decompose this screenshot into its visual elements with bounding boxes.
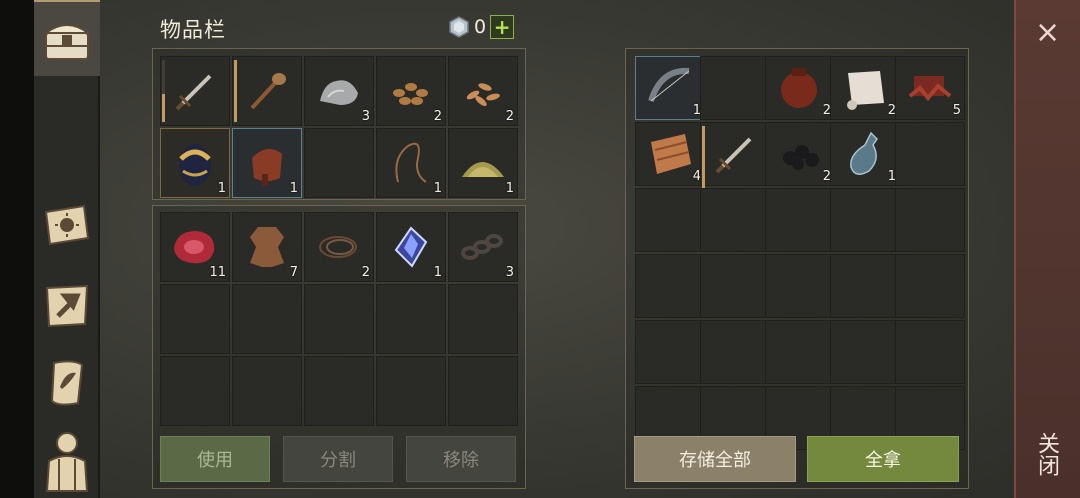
- chest-icon: [43, 24, 91, 60]
- item-quantity: 3: [361, 109, 370, 124]
- pocket-slot[interactable]: 11: [160, 212, 230, 282]
- close-panel[interactable]: × 关闭: [1014, 0, 1080, 498]
- container-slot[interactable]: [700, 56, 770, 120]
- pocket-slot[interactable]: [160, 284, 230, 354]
- container-slot[interactable]: [830, 188, 900, 252]
- container-slot[interactable]: [895, 320, 965, 384]
- pocket-slot[interactable]: [448, 356, 518, 426]
- container-slot[interactable]: 2: [765, 56, 835, 120]
- bag-slot[interactable]: 1: [376, 128, 446, 198]
- close-icon[interactable]: ×: [1035, 18, 1060, 48]
- sidebar-tab-crafting[interactable]: [34, 275, 100, 335]
- sidebar-tab-map[interactable]: [34, 350, 100, 416]
- page-title: 物品栏: [160, 18, 226, 42]
- pocket-slot[interactable]: 3: [448, 212, 518, 282]
- map-scroll-icon: [50, 360, 84, 406]
- container-slot[interactable]: [700, 320, 770, 384]
- item-quantity: 11: [209, 265, 226, 280]
- item-quantity: 2: [433, 109, 442, 124]
- journal-icon: [44, 204, 90, 246]
- container-slot[interactable]: 2: [830, 56, 900, 120]
- gem-icon: [449, 16, 469, 38]
- remove-button[interactable]: 移除: [406, 436, 516, 482]
- item-quantity: 5: [952, 103, 961, 118]
- durability-bar: [702, 126, 705, 188]
- bag-slot[interactable]: [160, 56, 230, 126]
- item-quantity: 2: [505, 109, 514, 124]
- bag-slot[interactable]: 2: [376, 56, 446, 126]
- bag-slot[interactable]: 1: [232, 128, 302, 198]
- container-slot[interactable]: [700, 188, 770, 252]
- take-all-button[interactable]: 全拿: [807, 436, 959, 482]
- container-slot[interactable]: 4: [635, 122, 705, 186]
- bag-slot[interactable]: 3: [304, 56, 374, 126]
- container-slot[interactable]: [635, 254, 705, 318]
- close-label: 关闭: [1034, 432, 1059, 476]
- crafting-icon: [45, 284, 89, 328]
- bag-slot[interactable]: [232, 56, 302, 126]
- split-button[interactable]: 分割: [283, 436, 393, 482]
- sidebar-tab-inventory[interactable]: [34, 0, 100, 76]
- pocket-slot[interactable]: [304, 356, 374, 426]
- pocket-grid: 11 7 2 1 3: [160, 212, 518, 426]
- bag-slot[interactable]: 1: [160, 128, 230, 198]
- sidebar: [34, 0, 100, 498]
- pocket-slot[interactable]: [160, 356, 230, 426]
- pocket-slot[interactable]: 1: [376, 212, 446, 282]
- container-slot[interactable]: 1: [830, 122, 900, 186]
- container-slot[interactable]: 1: [635, 56, 705, 120]
- durability-bar: [234, 60, 237, 122]
- pocket-slot[interactable]: [448, 284, 518, 354]
- container-slot[interactable]: [635, 188, 705, 252]
- sidebar-tab-character[interactable]: [34, 424, 100, 498]
- pocket-slot[interactable]: 7: [232, 212, 302, 282]
- pocket-slot[interactable]: 2: [304, 212, 374, 282]
- container-slot[interactable]: [895, 254, 965, 318]
- item-quantity: 1: [433, 181, 442, 196]
- pocket-slot[interactable]: [232, 356, 302, 426]
- container-slot[interactable]: [765, 254, 835, 318]
- container-slot[interactable]: [830, 320, 900, 384]
- durability-bar: [162, 60, 165, 122]
- use-button[interactable]: 使用: [160, 436, 270, 482]
- item-quantity: 7: [289, 265, 298, 280]
- store-all-button[interactable]: 存储全部: [634, 436, 796, 482]
- add-currency-button[interactable]: +: [490, 15, 515, 39]
- container-slot[interactable]: [895, 188, 965, 252]
- pocket-slot[interactable]: [376, 284, 446, 354]
- currency-value: 0: [474, 16, 487, 38]
- bag-slot[interactable]: 1: [448, 128, 518, 198]
- pocket-slot[interactable]: [304, 284, 374, 354]
- character-icon: [45, 432, 89, 492]
- sidebar-tab-journal[interactable]: [34, 195, 100, 255]
- bag-grid: 3 2 2 1 1 1 1: [160, 56, 518, 198]
- container-slot[interactable]: [765, 188, 835, 252]
- item-quantity: 1: [217, 181, 226, 196]
- pocket-slot[interactable]: [232, 284, 302, 354]
- container-slot[interactable]: 5: [895, 56, 965, 120]
- container-grid: 1225421: [635, 56, 965, 450]
- bag-slot[interactable]: [304, 128, 374, 198]
- item-quantity: 2: [361, 265, 370, 280]
- container-slot[interactable]: [895, 122, 965, 186]
- container-slot[interactable]: [700, 254, 770, 318]
- item-quantity: 3: [505, 265, 514, 280]
- container-slot[interactable]: [830, 254, 900, 318]
- item-quantity: 1: [289, 181, 298, 196]
- container-slot[interactable]: [635, 320, 705, 384]
- item-quantity: 1: [433, 265, 442, 280]
- currency-display: 0 +: [448, 15, 515, 39]
- container-slot[interactable]: 2: [765, 122, 835, 186]
- container-slot[interactable]: [765, 320, 835, 384]
- container-slot[interactable]: [700, 122, 770, 188]
- screen-edge: [0, 0, 34, 498]
- item-quantity: 1: [505, 181, 514, 196]
- bag-slot[interactable]: 2: [448, 56, 518, 126]
- pocket-slot[interactable]: [376, 356, 446, 426]
